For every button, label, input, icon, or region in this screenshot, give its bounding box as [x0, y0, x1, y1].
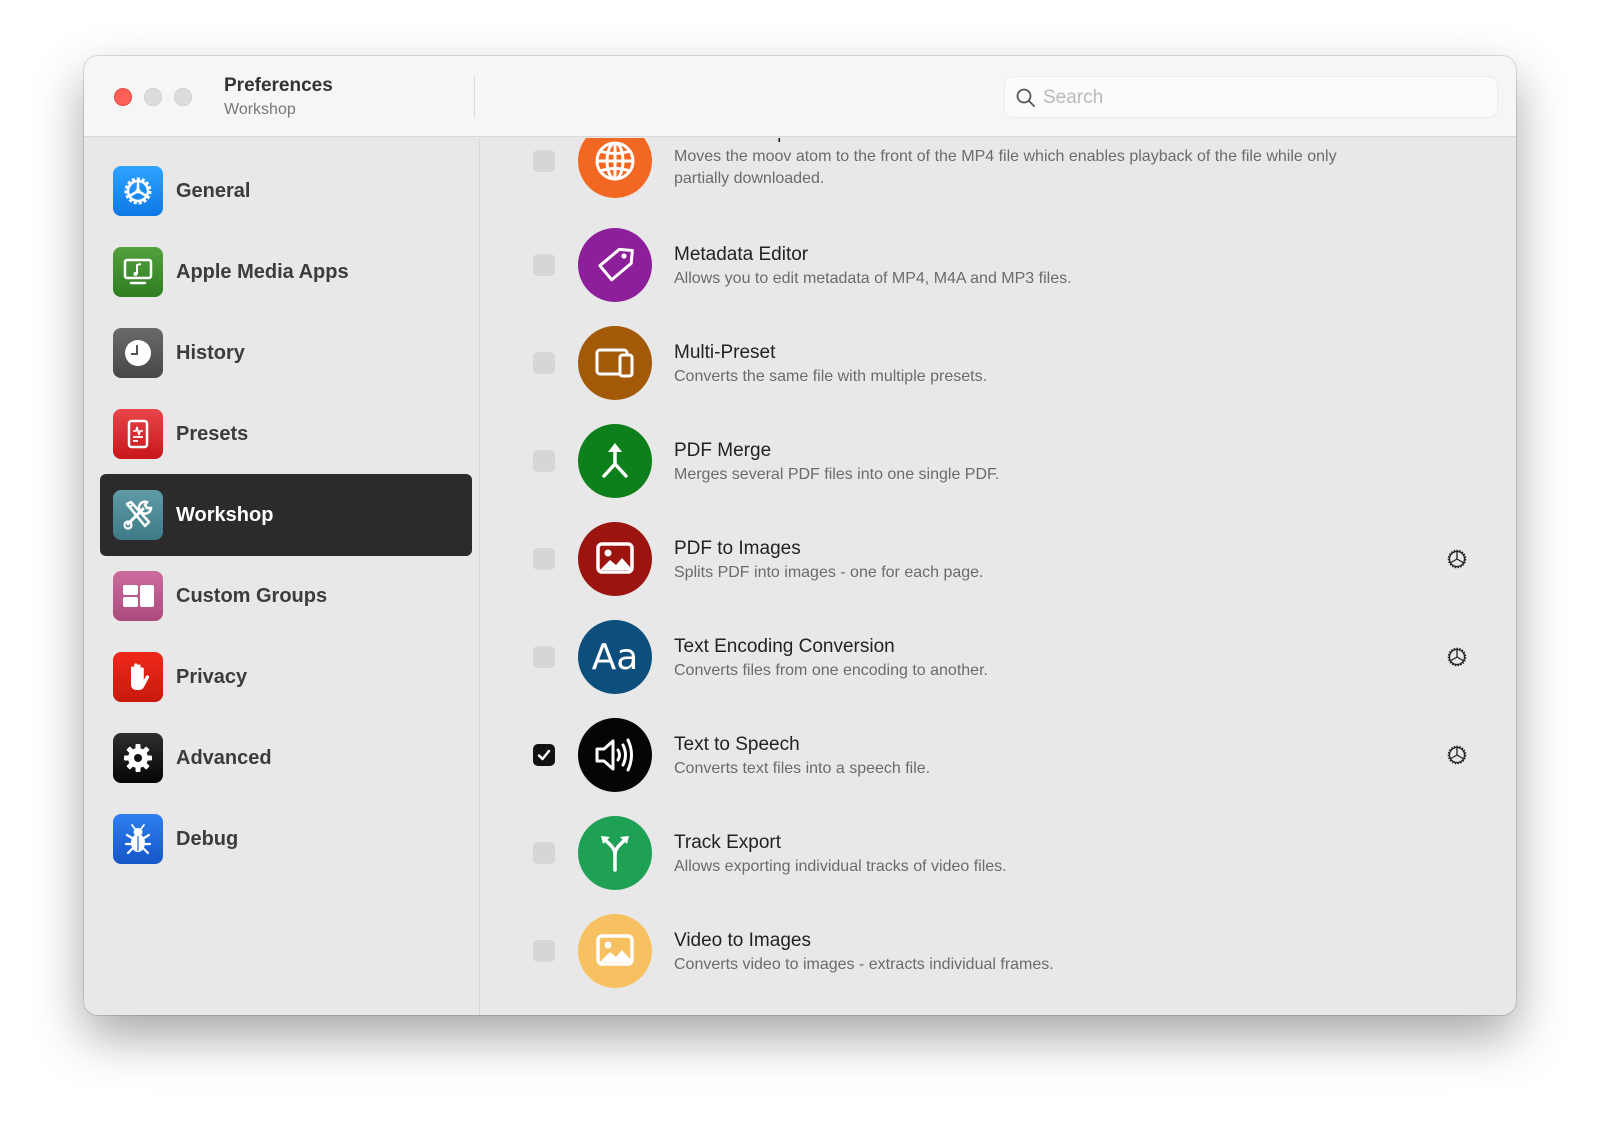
list-item: Metadata Editor Allows you to edit metad… — [481, 224, 1516, 324]
text-aa-glyph: Aa — [591, 636, 639, 678]
item-description: Converts text files into a speech file. — [674, 760, 931, 777]
clock-icon — [113, 328, 163, 378]
title-bar: Preferences Workshop — [84, 56, 1516, 137]
item-description: Moves the moov atom to the front of the … — [674, 148, 1337, 187]
list-item: Video to Images Converts video to images… — [481, 910, 1516, 1010]
sidebar-item-advanced[interactable]: Advanced — [100, 717, 472, 799]
monitor-music-icon — [113, 247, 163, 297]
preferences-window: Preferences Workshop Search General Appl… — [84, 56, 1516, 1015]
sidebar-item-label: Privacy — [176, 665, 248, 688]
item-title: Video to Images — [674, 930, 811, 951]
search-input[interactable] — [1043, 83, 1483, 113]
list-item: Text to Speech Converts text files into … — [481, 714, 1516, 814]
globe-icon — [578, 138, 652, 198]
bug-icon — [113, 814, 163, 864]
sidebar-item-label: General — [176, 179, 251, 202]
sidebar-item-label: Custom Groups — [176, 584, 328, 607]
sidebar-item-presets[interactable]: Presets — [100, 393, 472, 475]
enable-checkbox[interactable] — [533, 150, 555, 172]
item-description: Converts the same file with multiple pre… — [674, 368, 988, 385]
item-title: Text Encoding Conversion — [674, 636, 895, 657]
checkmark-icon — [537, 749, 551, 761]
devices-icon — [578, 326, 652, 400]
list-item: PDF to Images Splits PDF into images - o… — [481, 518, 1516, 618]
sidebar-item-label: Advanced — [176, 746, 272, 769]
item-title: Text to Speech — [674, 734, 800, 755]
sidebar-item-label: Workshop — [176, 503, 274, 526]
enable-checkbox[interactable] — [533, 254, 555, 276]
sidebar-item-privacy[interactable]: Privacy — [100, 636, 472, 718]
cog-icon — [113, 733, 163, 783]
item-description: Converts files from one encoding to anot… — [674, 662, 988, 679]
text-aa-icon: Aa — [578, 620, 652, 694]
settings-gear-icon[interactable] — [1445, 743, 1469, 767]
window-subtitle: Workshop — [224, 101, 296, 118]
search-icon — [1016, 88, 1035, 107]
speaker-icon — [578, 718, 652, 792]
enable-checkbox[interactable] — [533, 450, 555, 472]
tag-icon — [578, 228, 652, 302]
item-title: Metadata Editor — [674, 244, 809, 265]
sidebar-item-label: Presets — [176, 422, 249, 445]
sidebar-item-apple-media-apps[interactable]: Apple Media Apps — [100, 231, 472, 313]
sidebar-item-workshop[interactable]: Workshop — [100, 474, 472, 556]
sidebar: General Apple Media Apps History Presets… — [84, 138, 480, 1015]
search-field[interactable] — [1004, 76, 1498, 118]
sidebar-item-general[interactable]: General — [100, 150, 472, 232]
list-item: Aa Text Encoding Conversion Converts fil… — [481, 616, 1516, 716]
enable-checkbox[interactable] — [533, 744, 555, 766]
image-icon — [578, 914, 652, 988]
minimize-button[interactable] — [144, 88, 162, 106]
enable-checkbox[interactable] — [533, 352, 555, 374]
item-title: PDF Merge — [674, 440, 772, 461]
settings-gear-icon[interactable] — [1445, 547, 1469, 571]
hand-icon — [113, 652, 163, 702]
list-item: Multi-Preset Converts the same file with… — [481, 322, 1516, 422]
merge-icon — [578, 424, 652, 498]
window-title: Preferences — [224, 75, 333, 96]
item-description: Converts video to images - extracts indi… — [674, 956, 1054, 973]
list-item: MP4 Web Optimization Moves the moov atom… — [481, 138, 1516, 214]
list-item: Track Export Allows exporting individual… — [481, 812, 1516, 912]
enable-checkbox[interactable] — [533, 842, 555, 864]
sidebar-item-custom-groups[interactable]: Custom Groups — [100, 555, 472, 637]
gear-steering-icon — [113, 166, 163, 216]
settings-gear-icon[interactable] — [1445, 645, 1469, 669]
item-title: Track Export — [674, 832, 781, 853]
sidebar-item-label: Debug — [176, 827, 239, 850]
item-description: Allows exporting individual tracks of vi… — [674, 858, 1007, 875]
image-icon — [578, 522, 652, 596]
item-description: Merges several PDF files into one single… — [674, 466, 1000, 483]
list-item: PDF Merge Merges several PDF files into … — [481, 420, 1516, 520]
close-button[interactable] — [114, 88, 132, 106]
item-title: MP4 Web Optimization — [674, 138, 868, 144]
enable-checkbox[interactable] — [533, 646, 555, 668]
item-description: Allows you to edit metadata of MP4, M4A … — [674, 270, 1072, 287]
item-description: Splits PDF into images - one for each pa… — [674, 564, 984, 581]
groups-icon — [113, 571, 163, 621]
sidebar-item-debug[interactable]: Debug — [100, 798, 472, 880]
divider — [474, 76, 475, 118]
tools-icon — [113, 490, 163, 540]
sidebar-item-label: History — [176, 341, 245, 364]
item-title: PDF to Images — [674, 538, 801, 559]
workshop-list: MP4 Web Optimization Moves the moov atom… — [481, 138, 1516, 1015]
preset-document-icon — [113, 409, 163, 459]
split-icon — [578, 816, 652, 890]
zoom-button[interactable] — [174, 88, 192, 106]
sidebar-item-history[interactable]: History — [100, 312, 472, 394]
enable-checkbox[interactable] — [533, 940, 555, 962]
enable-checkbox[interactable] — [533, 548, 555, 570]
sidebar-item-label: Apple Media Apps — [176, 260, 349, 283]
item-title: Multi-Preset — [674, 342, 776, 363]
